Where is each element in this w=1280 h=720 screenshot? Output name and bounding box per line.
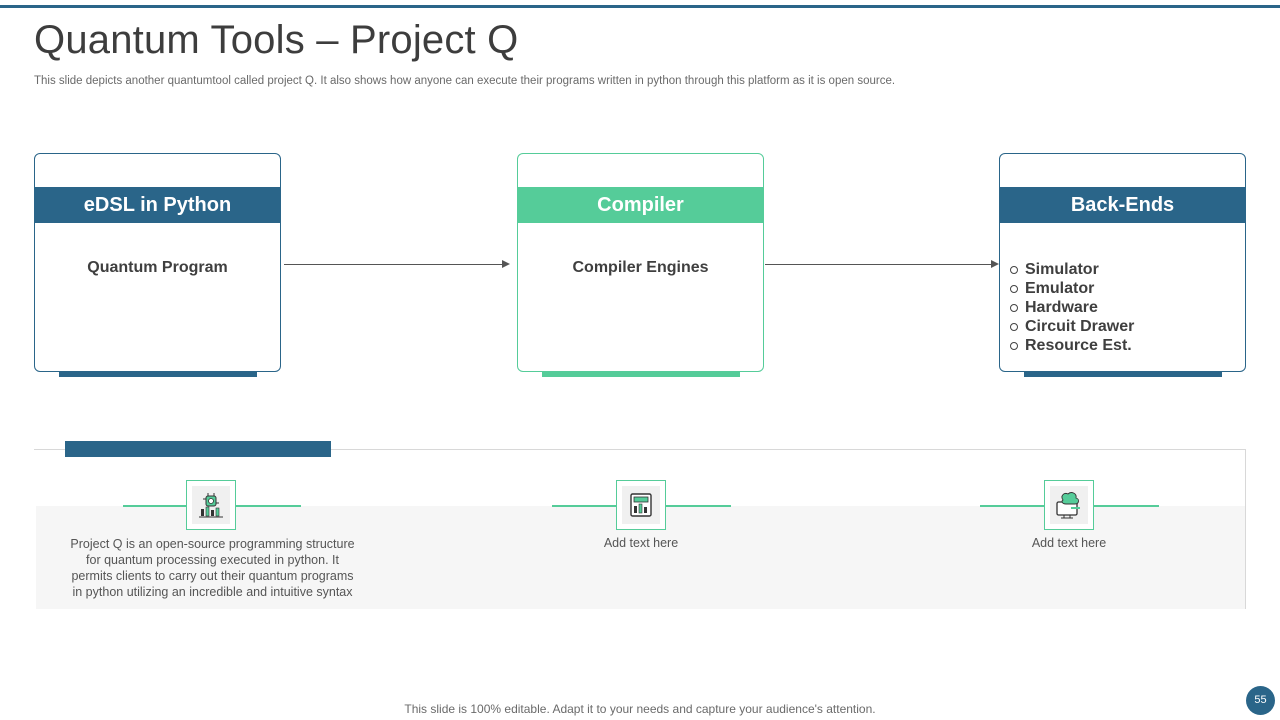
card-heading: eDSL in Python [35, 187, 280, 223]
list-item: Circuit Drawer [1010, 317, 1134, 336]
bullet-icon [1010, 322, 1018, 331]
card-underbar [1024, 372, 1222, 377]
card-compiler: Compiler Compiler Engines [517, 153, 764, 377]
panel-tab [65, 441, 331, 457]
flow-arrow [765, 260, 999, 268]
backend-list: Simulator Emulator Hardware Circuit Draw… [1010, 260, 1134, 355]
bullet-icon [1010, 265, 1018, 274]
computer-brain-icon [1044, 480, 1094, 530]
card-body: Quantum Program [87, 259, 228, 276]
bullet-icon [1010, 284, 1018, 293]
list-item: Emulator [1010, 279, 1134, 298]
card-underbar [59, 372, 257, 377]
card-edsl: eDSL in Python Quantum Program [34, 153, 281, 377]
panel-text: Add text here [603, 536, 679, 550]
card-backends: Back-Ends Simulator Emulator Hardware Ci… [999, 153, 1246, 377]
data-report-icon [616, 480, 666, 530]
card-heading: Back-Ends [1000, 187, 1245, 223]
list-item: Hardware [1010, 298, 1134, 317]
bullet-icon [1010, 303, 1018, 312]
bullet-icon [1010, 341, 1018, 350]
page-number-badge: 55 [1246, 686, 1275, 715]
card-heading: Compiler [518, 187, 763, 223]
panel-border [1245, 449, 1246, 609]
page-title: Quantum Tools – Project Q [34, 18, 519, 62]
list-item: Simulator [1010, 260, 1134, 279]
footer-note: This slide is 100% editable. Adapt it to… [404, 702, 876, 716]
list-item: Resource Est. [1010, 336, 1134, 355]
page-subtitle: This slide depicts another quantumtool c… [34, 75, 896, 87]
panel-description: Project Q is an open-source programming … [70, 537, 355, 599]
quantum-chip-icon [186, 480, 236, 530]
card-underbar [542, 372, 740, 377]
card-body: Compiler Engines [572, 259, 709, 276]
panel-text: Add text here [1031, 536, 1107, 550]
top-accent-bar [0, 5, 1280, 8]
flow-arrow [284, 260, 510, 268]
